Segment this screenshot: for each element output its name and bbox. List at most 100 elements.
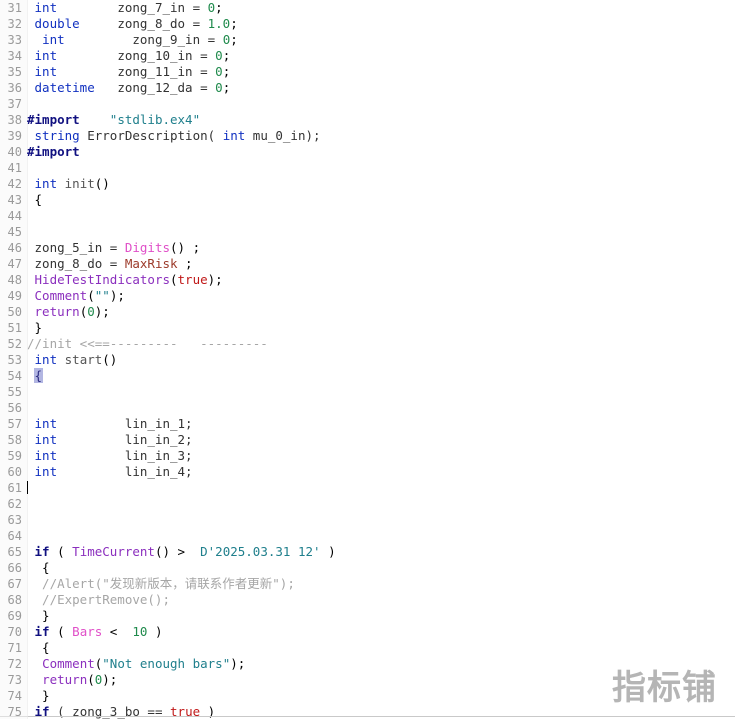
code-line[interactable]: 66 { — [0, 560, 735, 576]
code-line[interactable]: 40 #import — [0, 144, 735, 160]
code-line[interactable]: 64 — [0, 528, 735, 544]
code-lines-container[interactable]: 31 int zong_7_in = 0; 32 double zong_8_do… — [0, 0, 735, 719]
line-number: 36 — [7, 81, 22, 95]
code-line[interactable]: 39 string ErrorDescription( int mu_0_in)… — [0, 128, 735, 144]
code-line[interactable]: 44 — [0, 208, 735, 224]
code-token: zong_8_do = — [79, 16, 208, 31]
code-line[interactable]: 31 int zong_7_in = 0; — [0, 0, 735, 16]
code-line[interactable]: 49 Comment(""); — [0, 288, 735, 304]
code-line[interactable]: 41 — [0, 160, 735, 176]
code-line-text[interactable]: int start() — [27, 352, 735, 368]
code-line-text[interactable]: { — [27, 192, 735, 208]
code-line-text[interactable]: double zong_8_do = 1.0; — [27, 16, 735, 32]
code-line-text[interactable]: datetime zong_12_da = 0; — [27, 80, 735, 96]
code-line[interactable]: 33 int zong_9_in = 0; — [0, 32, 735, 48]
line-number: 64 — [7, 529, 22, 543]
code-token: { — [27, 640, 50, 655]
line-number: 49 — [7, 289, 22, 303]
code-line-text[interactable]: //Alert("发现新版本，请联系作者更新"); — [27, 576, 735, 592]
code-token: zong_12_da = — [94, 80, 216, 95]
code-line-text[interactable]: { — [27, 640, 735, 656]
code-token: 0 — [87, 304, 95, 319]
code-token: } — [27, 320, 43, 335]
code-line-text[interactable]: int zong_9_in = 0; — [27, 32, 735, 48]
code-line-text[interactable]: } — [27, 320, 735, 336]
line-number: 37 — [7, 97, 22, 111]
code-line[interactable]: 52 //init <<==--------- --------- — [0, 336, 735, 352]
code-line[interactable]: 35 int zong_11_in = 0; — [0, 64, 735, 80]
code-line[interactable]: 65 if ( TimeCurrent() > D'2025.03.31 12'… — [0, 544, 735, 560]
code-token: ); — [109, 288, 125, 303]
code-line[interactable]: 50 return(0); — [0, 304, 735, 320]
code-line-text[interactable]: int lin_in_1; — [27, 416, 735, 432]
code-line-text[interactable]: if ( Bars < 10 ) — [27, 624, 735, 640]
code-line-text[interactable]: return(0); — [27, 304, 735, 320]
code-line[interactable]: 36 datetime zong_12_da = 0; — [0, 80, 735, 96]
line-number: 70 — [7, 625, 22, 639]
code-line[interactable]: 38 #import "stdlib.ex4" — [0, 112, 735, 128]
code-line-text[interactable]: #import — [27, 144, 735, 160]
code-line[interactable]: 71 { — [0, 640, 735, 656]
code-line[interactable]: 53 int start() — [0, 352, 735, 368]
code-line[interactable]: 46 zong_5_in = Digits() ; — [0, 240, 735, 256]
code-line-text[interactable]: int init() — [27, 176, 735, 192]
code-line[interactable]: 48 HideTestIndicators(true); — [0, 272, 735, 288]
code-line-text[interactable]: if ( TimeCurrent() > D'2025.03.31 12' ) — [27, 544, 735, 560]
code-line[interactable]: 69 } — [0, 608, 735, 624]
code-line[interactable]: 60 int lin_in_4; — [0, 464, 735, 480]
code-line-text[interactable] — [27, 480, 735, 496]
code-line-text[interactable]: int lin_in_3; — [27, 448, 735, 464]
code-line-text[interactable]: int lin_in_2; — [27, 432, 735, 448]
code-line[interactable]: 43 { — [0, 192, 735, 208]
code-token: 1.0 — [207, 16, 231, 31]
code-token: } — [27, 688, 50, 703]
code-line[interactable]: 51 } — [0, 320, 735, 336]
code-line-text[interactable]: zong_5_in = Digits() ; — [27, 240, 735, 256]
code-line-text[interactable]: zong_8_do = MaxRisk ; — [27, 256, 735, 272]
code-line-text[interactable]: int zong_7_in = 0; — [27, 0, 735, 16]
code-line[interactable]: 55 — [0, 384, 735, 400]
line-number: 73 — [7, 673, 22, 687]
code-line[interactable]: 57 int lin_in_1; — [0, 416, 735, 432]
code-line-text[interactable]: Comment(""); — [27, 288, 735, 304]
code-token: ; — [177, 256, 193, 271]
code-line-text[interactable]: { — [27, 368, 735, 384]
code-token: string — [34, 128, 80, 143]
code-token: 0 — [215, 64, 223, 79]
code-token: } — [27, 608, 50, 623]
code-line[interactable]: 68 //ExpertRemove(); — [0, 592, 735, 608]
code-editor[interactable]: 31 int zong_7_in = 0; 32 double zong_8_do… — [0, 0, 735, 719]
code-token: int — [34, 0, 58, 15]
code-line[interactable]: 59 int lin_in_3; — [0, 448, 735, 464]
code-line-text[interactable]: #import "stdlib.ex4" — [27, 112, 735, 128]
code-line[interactable]: 32 double zong_8_do = 1.0; — [0, 16, 735, 32]
code-line[interactable]: 56 — [0, 400, 735, 416]
code-token: datetime — [34, 80, 95, 95]
code-line[interactable]: 70 if ( Bars < 10 ) — [0, 624, 735, 640]
code-line[interactable]: 58 int lin_in_2; — [0, 432, 735, 448]
code-line[interactable]: 42 int init() — [0, 176, 735, 192]
code-line-text[interactable]: } — [27, 608, 735, 624]
code-line-text[interactable]: string ErrorDescription( int mu_0_in); — [27, 128, 735, 144]
code-line[interactable]: 54 { — [0, 368, 735, 384]
code-line[interactable]: 62 — [0, 496, 735, 512]
code-line[interactable]: 61 — [0, 480, 735, 496]
code-line-text[interactable]: //ExpertRemove(); — [27, 592, 735, 608]
code-line-text[interactable]: //init <<==--------- --------- — [27, 336, 735, 352]
code-line-text[interactable]: int lin_in_4; — [27, 464, 735, 480]
code-line[interactable]: 47 zong_8_do = MaxRisk ; — [0, 256, 735, 272]
code-line[interactable]: 37 — [0, 96, 735, 112]
code-line-text[interactable]: HideTestIndicators(true); — [27, 272, 735, 288]
code-line[interactable]: 67 //Alert("发现新版本，请联系作者更新"); — [0, 576, 735, 592]
code-line[interactable]: 45 — [0, 224, 735, 240]
code-line-text[interactable]: int zong_11_in = 0; — [27, 64, 735, 80]
code-line[interactable]: 34 int zong_10_in = 0; — [0, 48, 735, 64]
code-line-text[interactable]: { — [27, 560, 735, 576]
code-token: zong_5_in = — [27, 240, 125, 255]
code-token: () > — [154, 544, 201, 559]
code-line[interactable]: 63 — [0, 512, 735, 528]
code-line-text[interactable]: int zong_10_in = 0; — [27, 48, 735, 64]
